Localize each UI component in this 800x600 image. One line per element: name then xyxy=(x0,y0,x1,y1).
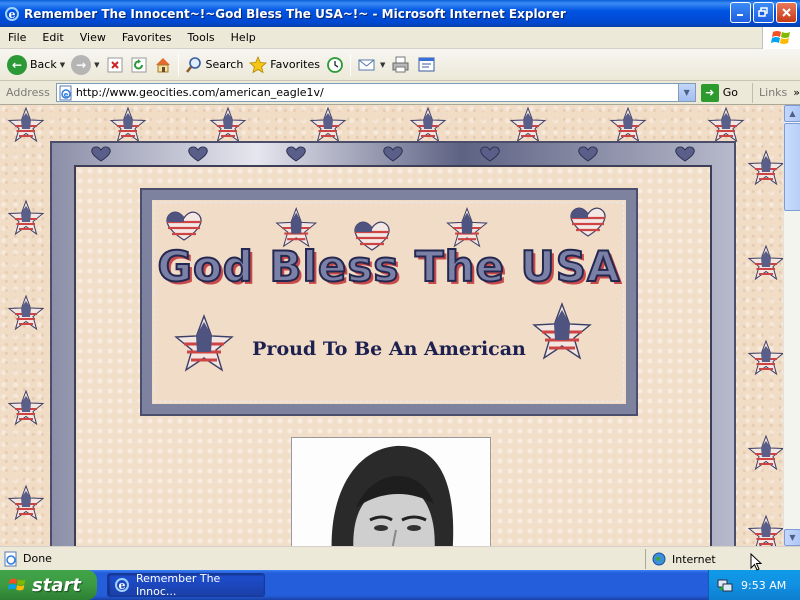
restore-icon xyxy=(758,7,768,17)
refresh-button[interactable] xyxy=(127,52,151,78)
banner-subtitle: Proud To Be An American xyxy=(252,338,526,360)
refresh-icon xyxy=(131,57,146,72)
network-icon[interactable] xyxy=(717,577,733,593)
svg-text:e: e xyxy=(9,8,16,21)
clock[interactable]: 9:53 AM xyxy=(741,579,786,592)
banner-decorations xyxy=(165,207,607,372)
scroll-down-button[interactable]: ▼ xyxy=(784,529,800,546)
svg-text:e: e xyxy=(63,91,68,99)
windows-logo-icon xyxy=(762,27,800,49)
close-button[interactable] xyxy=(776,2,797,23)
favorites-label: Favorites xyxy=(270,58,320,71)
portrait-photo xyxy=(291,437,491,546)
links-toolbar[interactable]: Links » xyxy=(752,82,800,103)
heart-icon xyxy=(578,146,598,162)
svg-text:e: e xyxy=(118,579,125,592)
taskbar-window-label: Remember The Innoc... xyxy=(135,572,221,598)
zone-label: Internet xyxy=(672,552,716,566)
heart-icon xyxy=(90,146,111,162)
edit-button[interactable] xyxy=(414,52,440,78)
page-icon: e xyxy=(59,85,72,100)
address-dropdown-icon[interactable]: ▼ xyxy=(677,84,695,101)
banner-title: God Bless The USA xyxy=(156,241,621,292)
go-label: Go xyxy=(722,86,739,99)
scrollbar-thumb[interactable] xyxy=(784,123,800,211)
forward-dropdown-icon[interactable]: ▼ xyxy=(94,61,99,69)
windows-flag-icon xyxy=(8,578,26,591)
mail-icon xyxy=(358,59,375,70)
heart-icon xyxy=(285,146,306,162)
system-tray: 9:53 AM xyxy=(708,570,800,600)
mail-button[interactable]: ▼ xyxy=(354,52,388,78)
search-icon xyxy=(185,56,201,73)
address-bar: Address e http://www.geocities.com/ameri… xyxy=(0,81,800,105)
window-title: Remember The Innocent~!~God Bless The US… xyxy=(24,6,566,21)
back-label: Back xyxy=(30,58,57,71)
print-icon xyxy=(392,56,409,72)
favorites-star-icon xyxy=(249,55,268,73)
address-label: Address xyxy=(6,86,50,99)
menu-file[interactable]: File xyxy=(0,31,34,44)
heart-icon xyxy=(480,146,501,162)
start-label: start xyxy=(32,574,81,596)
vertical-scrollbar[interactable]: ▲ ▼ xyxy=(783,105,800,546)
page-viewport[interactable]: God Bless The USA Proud To Be An America… xyxy=(0,105,783,546)
toolbar-separator xyxy=(350,53,351,76)
home-button[interactable] xyxy=(151,52,175,78)
go-arrow-icon: ➜ xyxy=(700,83,719,102)
back-button[interactable]: ← Back ▼ xyxy=(4,52,68,78)
toolbar-separator xyxy=(177,53,179,76)
ie-icon: e xyxy=(5,6,19,21)
heart-icon xyxy=(675,146,696,162)
menu-edit[interactable]: Edit xyxy=(34,31,71,44)
stop-icon xyxy=(107,57,122,72)
go-button[interactable]: ➜ Go xyxy=(700,83,739,102)
restore-button[interactable] xyxy=(753,2,774,23)
stop-button[interactable] xyxy=(103,52,127,78)
forward-arrow-icon: → xyxy=(71,54,92,75)
menu-view[interactable]: View xyxy=(72,31,114,44)
ie-icon: e xyxy=(114,578,129,592)
address-url: http://www.geocities.com/american_eagle1… xyxy=(75,86,324,99)
page-done-icon xyxy=(4,551,17,566)
history-icon xyxy=(327,56,343,73)
internet-globe-icon xyxy=(652,552,666,566)
menu-help[interactable]: Help xyxy=(223,31,264,44)
chevron-right-icon: » xyxy=(793,86,800,99)
heart-border xyxy=(52,143,734,165)
history-button[interactable] xyxy=(323,52,347,78)
minimize-icon xyxy=(737,14,743,16)
search-label: Search xyxy=(205,58,244,71)
window-title-bar[interactable]: e Remember The Innocent~!~God Bless The … xyxy=(0,0,800,27)
status-text: Done xyxy=(23,552,52,565)
back-dropdown-icon[interactable]: ▼ xyxy=(60,61,65,69)
address-input[interactable]: e http://www.geocities.com/american_eagl… xyxy=(55,83,696,102)
standard-toolbar: ← Back ▼ → ▼ Search Favorites ▼ xyxy=(0,49,800,81)
taskbar-ie-window[interactable]: e Remember The Innoc... xyxy=(107,572,265,598)
heart-icon xyxy=(383,146,403,162)
forward-button[interactable]: → ▼ xyxy=(68,52,102,78)
scroll-up-button[interactable]: ▲ xyxy=(784,105,800,122)
favorites-button[interactable]: Favorites xyxy=(246,52,323,78)
menu-favorites[interactable]: Favorites xyxy=(114,31,180,44)
edit-page-icon xyxy=(418,57,435,71)
start-button[interactable]: start xyxy=(0,570,97,600)
mouse-cursor-icon xyxy=(750,553,762,571)
links-label: Links xyxy=(759,86,788,99)
heart-icon xyxy=(188,146,208,162)
security-zone[interactable]: Internet xyxy=(645,549,800,569)
close-icon xyxy=(782,8,791,17)
print-button[interactable] xyxy=(388,52,414,78)
mail-dropdown-icon[interactable]: ▼ xyxy=(380,61,385,69)
status-bar: Done Internet xyxy=(0,546,800,570)
god-bless-usa-banner: God Bless The USA Proud To Be An America… xyxy=(140,188,638,416)
menu-tools[interactable]: Tools xyxy=(180,31,223,44)
back-arrow-icon: ← xyxy=(7,54,27,75)
minimize-button[interactable] xyxy=(730,2,751,23)
search-button[interactable]: Search xyxy=(182,52,247,78)
taskbar: start e Remember The Innoc... 9:53 AM xyxy=(0,570,800,600)
home-icon xyxy=(155,57,170,72)
menu-bar: File Edit View Favorites Tools Help xyxy=(0,27,800,49)
